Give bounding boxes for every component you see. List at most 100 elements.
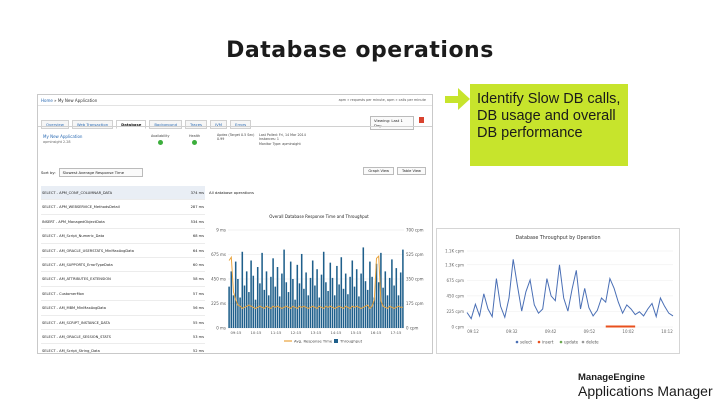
chart-bar — [355, 269, 358, 328]
chart-bar — [292, 279, 294, 328]
chart-bar — [234, 261, 237, 328]
query-name: INSERT - APM_ManagedObjectData — [42, 219, 105, 224]
chart-bar — [391, 259, 393, 328]
chart-bar — [241, 251, 244, 328]
alert-icon[interactable] — [419, 117, 424, 123]
chart-bar — [248, 292, 250, 328]
chart-bar — [369, 261, 371, 328]
query-row[interactable]: SELECT - AM_SUPPORTS_ErrorTypeData 60 ms — [41, 258, 205, 273]
chart-bar — [276, 267, 279, 328]
select-series-line — [466, 259, 674, 320]
view-period-select[interactable]: Viewing: Last 1 Day — [370, 116, 414, 130]
breadcrumb: Home » My New Application — [41, 98, 97, 103]
query-row[interactable]: SELECT - APM_CONF_COLUMNAR_DATA 374 ms — [41, 186, 205, 201]
chart-bar — [402, 249, 404, 328]
chart-bar — [294, 299, 296, 328]
query-row[interactable]: SELECT - AM_MBM_MinMaxAvgData 56 ms — [41, 301, 205, 316]
query-row[interactable]: SELECT - AM_ATTRIBUTES_EXTENSION 58 ms — [41, 272, 205, 287]
chart-bar — [296, 264, 299, 328]
chart-bar — [395, 268, 398, 328]
query-time: 58 ms — [192, 277, 204, 282]
legend-dot-icon — [515, 340, 519, 344]
tab-traces[interactable]: Traces — [184, 120, 208, 129]
x-tick-label: 09:15 — [231, 330, 243, 335]
chart-bar — [318, 297, 321, 328]
query-name: SELECT - AM_SUPPORTS_ErrorTypeData — [42, 262, 113, 267]
monitor-info-2: Last Polled: Fri, 14 Mar 2014 Instances:… — [259, 133, 306, 146]
query-row[interactable]: SELECT - CustomerMon 57 ms — [41, 287, 205, 302]
query-row[interactable]: SELECT - AM_SCRIPT_INSTANCE_DATA 55 ms — [41, 316, 205, 330]
chart-bar — [344, 273, 347, 328]
legend-dot-icon — [537, 340, 541, 344]
query-name: SELECT - AM_ORACLE_USERSTATS_MinMaxAvgDa… — [42, 248, 134, 253]
tab-database[interactable]: Database — [116, 120, 147, 129]
query-row[interactable]: SELECT - AM_ORACLE_USERSTATS_MinMaxAvgDa… — [41, 244, 205, 258]
tab-overview[interactable]: Overview — [41, 120, 69, 129]
sort-bar: Sort by: Slowest Average Response Time — [41, 168, 143, 177]
y-tick-left: 0 ms — [216, 326, 226, 331]
y-tick-right: 700 cpm — [406, 228, 424, 233]
x-tick-label: 10:12 — [661, 329, 673, 334]
chart-bar — [382, 287, 384, 328]
monitor-name-link[interactable]: My New Application — [43, 134, 82, 139]
x-tick-label: 12:15 — [291, 330, 303, 335]
tab-jvm[interactable]: JVM — [210, 120, 228, 129]
query-name: SELECT - AM_MBM_MinMaxAvgData — [42, 306, 106, 311]
breadcrumb-home-link[interactable]: Home — [41, 98, 53, 103]
legend-response-time: Avg. Response Time — [294, 339, 333, 344]
chart-bar — [329, 262, 332, 328]
query-row[interactable]: SELECT - AM_Script_String_Data 52 ms — [41, 344, 205, 354]
y-tick-right: 525 cpm — [406, 252, 424, 257]
chart-bar — [366, 289, 369, 328]
y-tick-right: 175 cpm — [406, 301, 424, 306]
tab-bar: Overview Web Transaction Database Backgroun… — [41, 120, 252, 129]
x-tick-label: 16:15 — [371, 330, 383, 335]
tab-errors[interactable]: Errors — [230, 120, 252, 129]
y-tick-label: 1.1K cpm — [445, 249, 464, 254]
graph-view-button[interactable]: Graph View — [363, 167, 395, 175]
chart-bar — [228, 286, 230, 328]
legend-label: insert — [542, 340, 554, 345]
legend-label: update — [564, 340, 579, 345]
query-row[interactable]: SELECT - AM_Script_Numeric_Data 68 ms — [41, 229, 205, 244]
x-tick-label: 10:15 — [251, 330, 263, 335]
breadcrumb-current: My New Application — [57, 98, 98, 103]
chart-bar — [285, 282, 288, 328]
chart-bar — [327, 290, 329, 328]
chart-bar — [386, 295, 389, 328]
chart-bar — [397, 295, 400, 328]
chart-bar — [325, 282, 327, 328]
tab-web-transaction[interactable]: Web Transaction — [71, 120, 114, 129]
health: Health — [189, 134, 200, 145]
query-name: SELECT - AM_SCRIPT_INSTANCE_DATA — [42, 320, 110, 325]
sort-label: Sort by: — [41, 170, 56, 175]
y-tick-label: 450 cpm — [446, 293, 464, 298]
query-name: SELECT - APM_CONF_COLUMNAR_DATA — [42, 191, 113, 195]
table-view-button[interactable]: Table View — [397, 167, 426, 175]
throughput-chart: 0 cpm 225 cpm 450 cpm 675 cpm 1.3K cpm 1.1K c… — [445, 249, 674, 345]
chart-bar — [311, 260, 314, 328]
query-row[interactable]: INSERT - APM_ManagedObjectData 534 ms — [41, 215, 205, 230]
x-tick-label: 10:02 — [622, 329, 634, 334]
tab-background[interactable]: Background — [149, 120, 182, 129]
chart-bar — [300, 253, 303, 328]
query-row[interactable]: SELECT - AM_ORACLE_SESSION_STATS 53 ms — [41, 330, 205, 345]
chart-bar — [232, 295, 235, 328]
query-time: 55 ms — [192, 320, 204, 325]
query-row[interactable]: SELECT - APM_WEBSERVICE_MethodsDetail 287… — [41, 200, 205, 215]
query-time: 534 ms — [190, 219, 204, 224]
availability-label: Availability — [151, 134, 170, 138]
chart-bar — [393, 285, 395, 328]
chart-bar — [309, 277, 312, 328]
chart-bar — [239, 297, 241, 328]
chart-bar — [320, 274, 323, 328]
sort-select[interactable]: Slowest Average Response Time — [58, 168, 143, 177]
query-time: 68 ms — [192, 234, 204, 239]
chart-bar — [331, 277, 334, 328]
chart-bar — [283, 249, 285, 328]
query-name: SELECT - AM_Script_String_Data — [42, 349, 100, 354]
callout-arrow-icon — [458, 88, 470, 110]
chart-bar — [360, 273, 362, 328]
x-tick-label: 15:15 — [351, 330, 363, 335]
brand-product: Applications Manager — [578, 383, 713, 399]
